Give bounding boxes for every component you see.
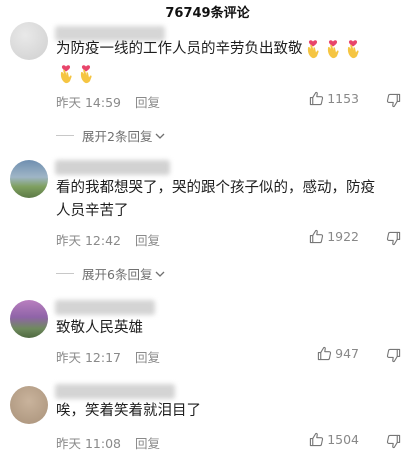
username-blurred[interactable] <box>55 384 175 399</box>
expand-replies-button[interactable]: 展开2条回复 <box>56 126 165 145</box>
like-count: 1153 <box>327 91 359 106</box>
comment-meta: 昨天 12:17 回复 <box>56 347 160 366</box>
expand-replies-label: 展开2条回复 <box>82 129 153 144</box>
comment-text: 致敬人民英雄 <box>56 320 143 336</box>
heart-hands-emoji <box>305 39 321 59</box>
heart-hands-emoji <box>58 64 74 84</box>
like-count: 1922 <box>327 229 359 244</box>
avatar[interactable] <box>10 300 48 338</box>
expand-replies-button[interactable]: 展开6条回复 <box>56 264 165 283</box>
like-count: 1504 <box>327 432 359 447</box>
reply-button[interactable]: 回复 <box>135 233 160 248</box>
comment-time: 昨天 14:59 <box>56 95 121 110</box>
like-button[interactable]: 1504 <box>309 432 359 447</box>
comment-count-title: 76749条评论 <box>165 6 250 21</box>
like-count: 947 <box>335 346 359 361</box>
comment-time: 昨天 11:08 <box>56 436 121 451</box>
thumbs-up-icon <box>317 346 332 361</box>
divider-line <box>56 135 74 136</box>
thumbs-up-icon <box>309 432 324 447</box>
comment-text: 人员辛苦了 <box>56 203 129 219</box>
heart-hands-emoji <box>345 39 361 59</box>
comment-text: 为防疫一线的工作人员的辛劳负出致敬 <box>56 38 363 61</box>
thumbs-down-icon[interactable] <box>386 434 401 449</box>
comment-meta: 昨天 14:59 回复 <box>56 92 160 111</box>
comment-text-emoji-line <box>56 63 96 86</box>
avatar[interactable] <box>10 386 48 424</box>
comment-text: 看的我都想哭了，哭的跟个孩子似的，感动，防疫 <box>56 180 375 196</box>
comment-text: 唉，笑着笑着就泪目了 <box>56 403 201 419</box>
username-blurred[interactable] <box>55 160 170 175</box>
reply-button[interactable]: 回复 <box>135 350 160 365</box>
comment-meta: 昨天 11:08 回复 <box>56 433 160 452</box>
like-button[interactable]: 1153 <box>309 91 359 106</box>
like-button[interactable]: 1922 <box>309 229 359 244</box>
heart-hands-emoji <box>78 64 94 84</box>
avatar[interactable] <box>10 160 48 198</box>
thumbs-up-icon <box>309 229 324 244</box>
reply-button[interactable]: 回复 <box>135 95 160 110</box>
thumbs-down-icon[interactable] <box>386 93 401 108</box>
expand-replies-label: 展开6条回复 <box>82 267 153 282</box>
heart-hands-emoji <box>325 39 341 59</box>
comment-time: 昨天 12:17 <box>56 350 121 365</box>
username-blurred[interactable] <box>55 300 155 315</box>
thumbs-down-icon[interactable] <box>386 348 401 363</box>
comment-meta: 昨天 12:42 回复 <box>56 230 160 249</box>
comment-time: 昨天 12:42 <box>56 233 121 248</box>
chevron-down-icon <box>155 133 165 139</box>
thumbs-up-icon <box>309 91 324 106</box>
divider-line <box>56 273 74 274</box>
chevron-down-icon <box>155 271 165 277</box>
thumbs-down-icon[interactable] <box>386 231 401 246</box>
reply-button[interactable]: 回复 <box>135 436 160 451</box>
avatar[interactable] <box>10 22 48 60</box>
like-button[interactable]: 947 <box>317 346 359 361</box>
